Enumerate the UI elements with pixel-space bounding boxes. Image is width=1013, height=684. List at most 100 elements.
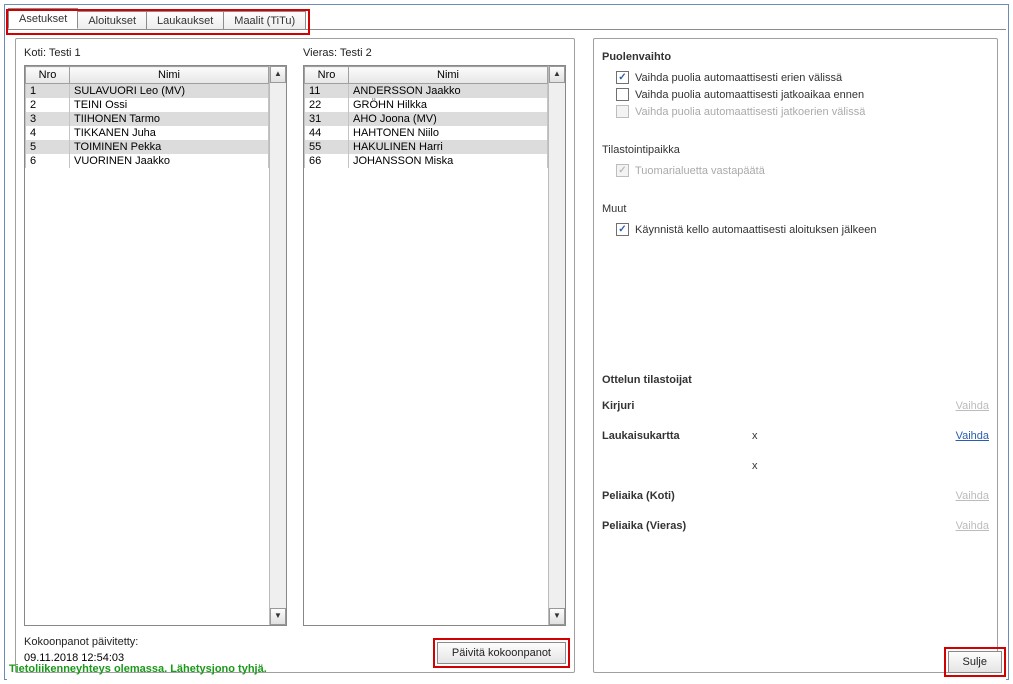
table-row[interactable]: 2TEINI Ossi (26, 98, 269, 112)
home-roster-table[interactable]: Nro Nimi 1SULAVUORI Leo (MV)2TEINI Ossi3… (25, 66, 269, 168)
checkbox-row[interactable]: Vaihda puolia automaattisesti jatkoaikaa… (616, 88, 989, 101)
home-roster-table-wrap: Nro Nimi 1SULAVUORI Leo (MV)2TEINI Ossi3… (24, 65, 287, 626)
table-row[interactable]: 66JOHANSSON Miska (305, 154, 548, 168)
scrollbar[interactable]: ▲ ▼ (548, 66, 565, 625)
col-header-nro[interactable]: Nro (305, 67, 349, 84)
cell-nro: 2 (26, 98, 70, 112)
col-header-name[interactable]: Nimi (349, 67, 548, 84)
cell-nro: 1 (26, 84, 70, 99)
tab-label: Maalit (TiTu) (234, 15, 295, 27)
checkbox-row[interactable]: ✓ Vaihda puolia automaattisesti erien väl… (616, 71, 989, 84)
scroll-up-icon[interactable]: ▲ (549, 66, 565, 83)
change-link: Vaihda (956, 490, 989, 502)
checkbox: ✓ (616, 164, 629, 177)
checkbox-label: Vaihda puolia automaattisesti erien väli… (635, 72, 842, 84)
cell-name: TEINI Ossi (70, 98, 269, 112)
checkbox-label: Käynnistä kello automaattisesti aloituks… (635, 224, 877, 236)
change-link[interactable]: Vaihda (956, 430, 989, 442)
cell-name: TIIHONEN Tarmo (70, 112, 269, 126)
table-row[interactable]: 55HAKULINEN Harri (305, 140, 548, 154)
connection-status: Tietoliikenneyhteys olemassa. Lähetysjon… (9, 663, 267, 675)
stats-person-value: x (752, 430, 956, 442)
away-roster-table[interactable]: Nro Nimi 11ANDERSSON Jaakko22GRÖHN Hilkk… (304, 66, 548, 168)
rosters-panel: Koti: Testi 1 Nro Nimi (15, 38, 575, 673)
close-button[interactable]: Sulje (948, 651, 1002, 673)
tab-faceoffs[interactable]: Aloitukset (77, 11, 147, 30)
col-header-nro[interactable]: Nro (26, 67, 70, 84)
tab-label: Aloitukset (88, 15, 136, 27)
scroll-down-icon[interactable]: ▼ (270, 608, 286, 625)
stats-role-label: Laukaisukartta (602, 430, 752, 442)
scrollbar[interactable]: ▲ ▼ (269, 66, 286, 625)
cell-name: TIKKANEN Juha (70, 126, 269, 140)
cell-name: HAHTONEN Niilo (349, 126, 548, 140)
cell-name: HAKULINEN Harri (349, 140, 548, 154)
cell-nro: 6 (26, 154, 70, 168)
table-row[interactable]: 4TIKKANEN Juha (26, 126, 269, 140)
checkbox[interactable]: ✓ (616, 223, 629, 236)
tab-goals[interactable]: Maalit (TiTu) (223, 11, 306, 30)
section-title-other: Muut (602, 203, 989, 215)
stats-person-row: x (602, 454, 989, 484)
stats-role-label: Peliaika (Vieras) (602, 520, 752, 532)
away-roster-table-wrap: Nro Nimi 11ANDERSSON Jaakko22GRÖHN Hilkk… (303, 65, 566, 626)
home-team-label: Koti: Testi 1 (24, 47, 287, 59)
tab-shots[interactable]: Laukaukset (146, 11, 224, 30)
table-row[interactable]: 3TIIHONEN Tarmo (26, 112, 269, 126)
settings-panel: Puolenvaihto ✓ Vaihda puolia automaattise… (593, 38, 998, 673)
cell-nro: 31 (305, 112, 349, 126)
checkbox[interactable] (616, 88, 629, 101)
table-row[interactable]: 5TOIMINEN Pekka (26, 140, 269, 154)
scroll-down-icon[interactable]: ▼ (549, 608, 565, 625)
tab-content: Koti: Testi 1 Nro Nimi (7, 29, 1006, 681)
stats-person-value: x (752, 460, 949, 472)
away-roster-column: Vieras: Testi 2 Nro Nimi (303, 47, 566, 626)
table-row[interactable]: 22GRÖHN Hilkka (305, 98, 548, 112)
stats-person-row: Peliaika (Koti) Vaihda (602, 484, 989, 514)
cell-nro: 66 (305, 154, 349, 168)
col-header-name[interactable]: Nimi (70, 67, 269, 84)
checkbox[interactable]: ✓ (616, 71, 629, 84)
table-row[interactable]: 6VUORINEN Jaakko (26, 154, 269, 168)
tab-bar: Asetukset Aloitukset Laukaukset Maalit (… (5, 5, 1008, 29)
stats-person-row: Kirjuri Vaihda (602, 394, 989, 424)
check-icon: ✓ (618, 73, 626, 83)
cell-name: SULAVUORI Leo (MV) (70, 84, 269, 99)
away-team-label: Vieras: Testi 2 (303, 47, 566, 59)
table-row[interactable]: 44HAHTONEN Niilo (305, 126, 548, 140)
footer-bar: Tietoliikenneyhteys olemassa. Lähetysjon… (5, 643, 1008, 679)
cell-name: ANDERSSON Jaakko (349, 84, 548, 99)
checkbox (616, 105, 629, 118)
cell-name: JOHANSSON Miska (349, 154, 548, 168)
stats-role-label: Peliaika (Koti) (602, 490, 752, 502)
checkbox-row: ✓Tuomarialuetta vastapäätä (616, 164, 989, 177)
cell-name: GRÖHN Hilkka (349, 98, 548, 112)
tab-settings[interactable]: Asetukset (8, 8, 78, 29)
checkbox-row: Vaihda puolia automaattisesti jatkoerien… (616, 105, 989, 118)
table-row[interactable]: 31AHO Joona (MV) (305, 112, 548, 126)
section-title-stats-people: Ottelun tilastoijat (602, 374, 989, 386)
cell-nro: 44 (305, 126, 349, 140)
cell-nro: 11 (305, 84, 349, 99)
stats-role-label: Kirjuri (602, 400, 752, 412)
cell-nro: 4 (26, 126, 70, 140)
checkbox-row[interactable]: ✓ Käynnistä kello automaattisesti aloituk… (616, 223, 989, 236)
stats-person-row: Peliaika (Vieras) Vaihda (602, 514, 989, 544)
change-link: Vaihda (956, 400, 989, 412)
table-row[interactable]: 1SULAVUORI Leo (MV) (26, 84, 269, 99)
cell-name: VUORINEN Jaakko (70, 154, 269, 168)
scroll-up-icon[interactable]: ▲ (270, 66, 286, 83)
checkbox-label: Vaihda puolia automaattisesti jatkoerien… (635, 106, 865, 118)
change-link: Vaihda (956, 520, 989, 532)
tab-label: Asetukset (19, 13, 67, 25)
cell-nro: 5 (26, 140, 70, 154)
app-frame: Asetukset Aloitukset Laukaukset Maalit (… (4, 4, 1009, 680)
check-icon: ✓ (618, 166, 626, 176)
table-row[interactable]: 11ANDERSSON Jaakko (305, 84, 548, 99)
cell-nro: 22 (305, 98, 349, 112)
cell-name: TOIMINEN Pekka (70, 140, 269, 154)
section-title-stat-place: Tilastointipaikka (602, 144, 989, 156)
check-icon: ✓ (618, 225, 626, 235)
section-title-side-change: Puolenvaihto (602, 51, 989, 63)
tab-label: Laukaukset (157, 15, 213, 27)
